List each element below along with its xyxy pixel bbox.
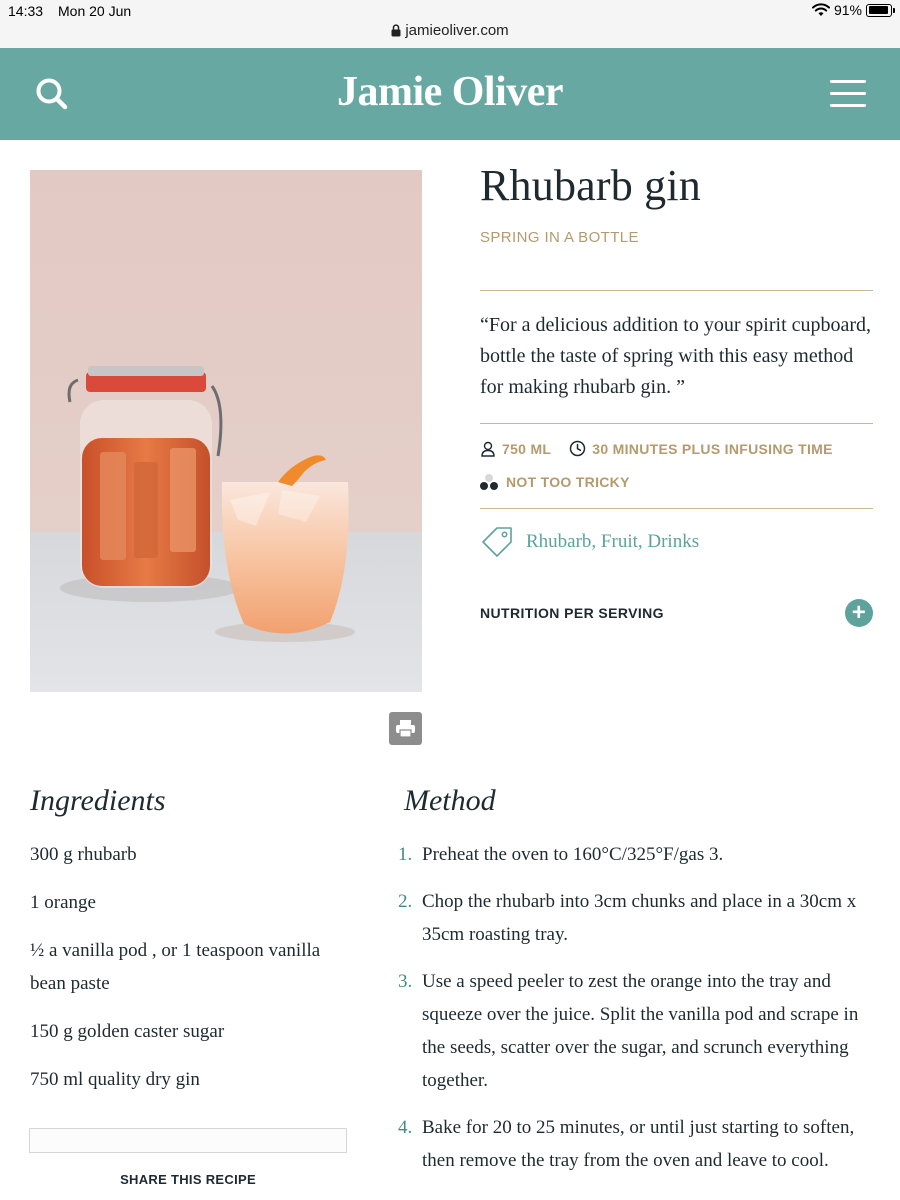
step-text: Bake for 20 to 25 minutes, or until just… [422, 1117, 855, 1171]
serves-value: 750 ML [502, 440, 552, 457]
share-buttons-bar[interactable] [29, 1128, 347, 1153]
difficulty-value: NOT TOO TRICKY [506, 474, 630, 490]
ingredient-item: 750 ml quality dry gin [30, 1069, 200, 1090]
lock-icon [391, 24, 401, 37]
recipe-tags: Rhubarb, Fruit, Drinks [480, 525, 873, 559]
recipe-image [30, 170, 422, 692]
difficulty-icon [480, 474, 498, 490]
ingredient-item: 300 g rhubarb [30, 844, 137, 865]
site-logo[interactable]: Jamie Oliver [0, 68, 900, 116]
ingredient-item: 1 orange [30, 892, 96, 913]
recipe-intro-quote: “For a delicious addition to your spirit… [480, 314, 872, 398]
method-step: 1. Preheat the oven to 160°C/325°F/gas 3. [398, 838, 868, 871]
status-indicators: 91% [811, 2, 895, 18]
serves: 750 ML [480, 441, 551, 457]
step-text: Chop the rhubarb into 3cm chunks and pla… [422, 891, 857, 945]
method-step: 4. Bake for 20 to 25 minutes, or until ju… [398, 1111, 868, 1177]
share-recipe-label: SHARE THIS RECIPE [120, 1172, 256, 1187]
step-number: 1. [398, 844, 413, 865]
cook-time-value: 30 MINUTES PLUS INFUSING TIME [592, 440, 833, 457]
recipe-meta: 750 ML 30 MINUTES PLUS INFUSING TIME [480, 440, 873, 457]
cook-time: 30 MINUTES PLUS INFUSING TIME [569, 440, 833, 457]
divider [480, 423, 873, 424]
status-bar: 14:33 Mon 20 Jun 91% jamieoliver.com [0, 0, 900, 48]
method-title: Method [404, 784, 496, 817]
menu-icon[interactable] [830, 80, 866, 108]
step-number: 4. [398, 1117, 413, 1138]
divider [480, 508, 873, 509]
site-header: Jamie Oliver [0, 48, 900, 140]
print-button[interactable] [389, 712, 422, 745]
print-icon [396, 720, 415, 738]
method-list: 1. Preheat the oven to 160°C/325°F/gas 3.… [398, 838, 868, 1191]
url-text: jamieoliver.com [405, 22, 509, 39]
ingredients-list: 300 g rhubarb 1 orange ½ a vanilla pod ,… [30, 838, 330, 1111]
status-time: 14:33 [8, 3, 44, 19]
step-number: 2. [398, 891, 413, 912]
serves-icon [481, 441, 495, 457]
battery-percent: 91% [833, 2, 862, 18]
difficulty: NOT TOO TRICKY [480, 474, 873, 490]
nutrition-label: NUTRITION PER SERVING [480, 605, 664, 621]
address-bar[interactable]: jamieoliver.com [0, 22, 900, 39]
method-step: 2. Chop the rhubarb into 3cm chunks and p… [398, 885, 868, 951]
nutrition-toggle-row[interactable]: NUTRITION PER SERVING + [480, 599, 873, 627]
plus-icon[interactable]: + [845, 599, 873, 627]
step-text: Use a speed peeler to zest the orange in… [422, 971, 859, 1091]
method-step: 3. Use a speed peeler to zest the orange … [398, 965, 868, 1097]
battery-icon [866, 3, 895, 17]
ingredients-title: Ingredients [30, 784, 166, 817]
tag-icon [482, 527, 512, 557]
ingredient-item: ½ a vanilla pod , or 1 teaspoon vanilla … [30, 940, 321, 994]
recipe-subtitle: SPRING IN A BOTTLE [480, 229, 639, 246]
tag-links[interactable]: Rhubarb, Fruit, Drinks [526, 531, 699, 553]
step-text: Preheat the oven to 160°C/325°F/gas 3. [422, 844, 724, 865]
recipe-info: Rhubarb gin SPRING IN A BOTTLE “For a de… [480, 160, 873, 627]
status-date: Mon 20 Jun [58, 3, 132, 19]
ingredient-item: 150 g golden caster sugar [30, 1021, 225, 1042]
divider [480, 290, 873, 291]
clock-icon [570, 440, 586, 457]
wifi-icon [811, 3, 830, 16]
recipe-title: Rhubarb gin [480, 161, 701, 210]
step-number: 3. [398, 971, 413, 992]
